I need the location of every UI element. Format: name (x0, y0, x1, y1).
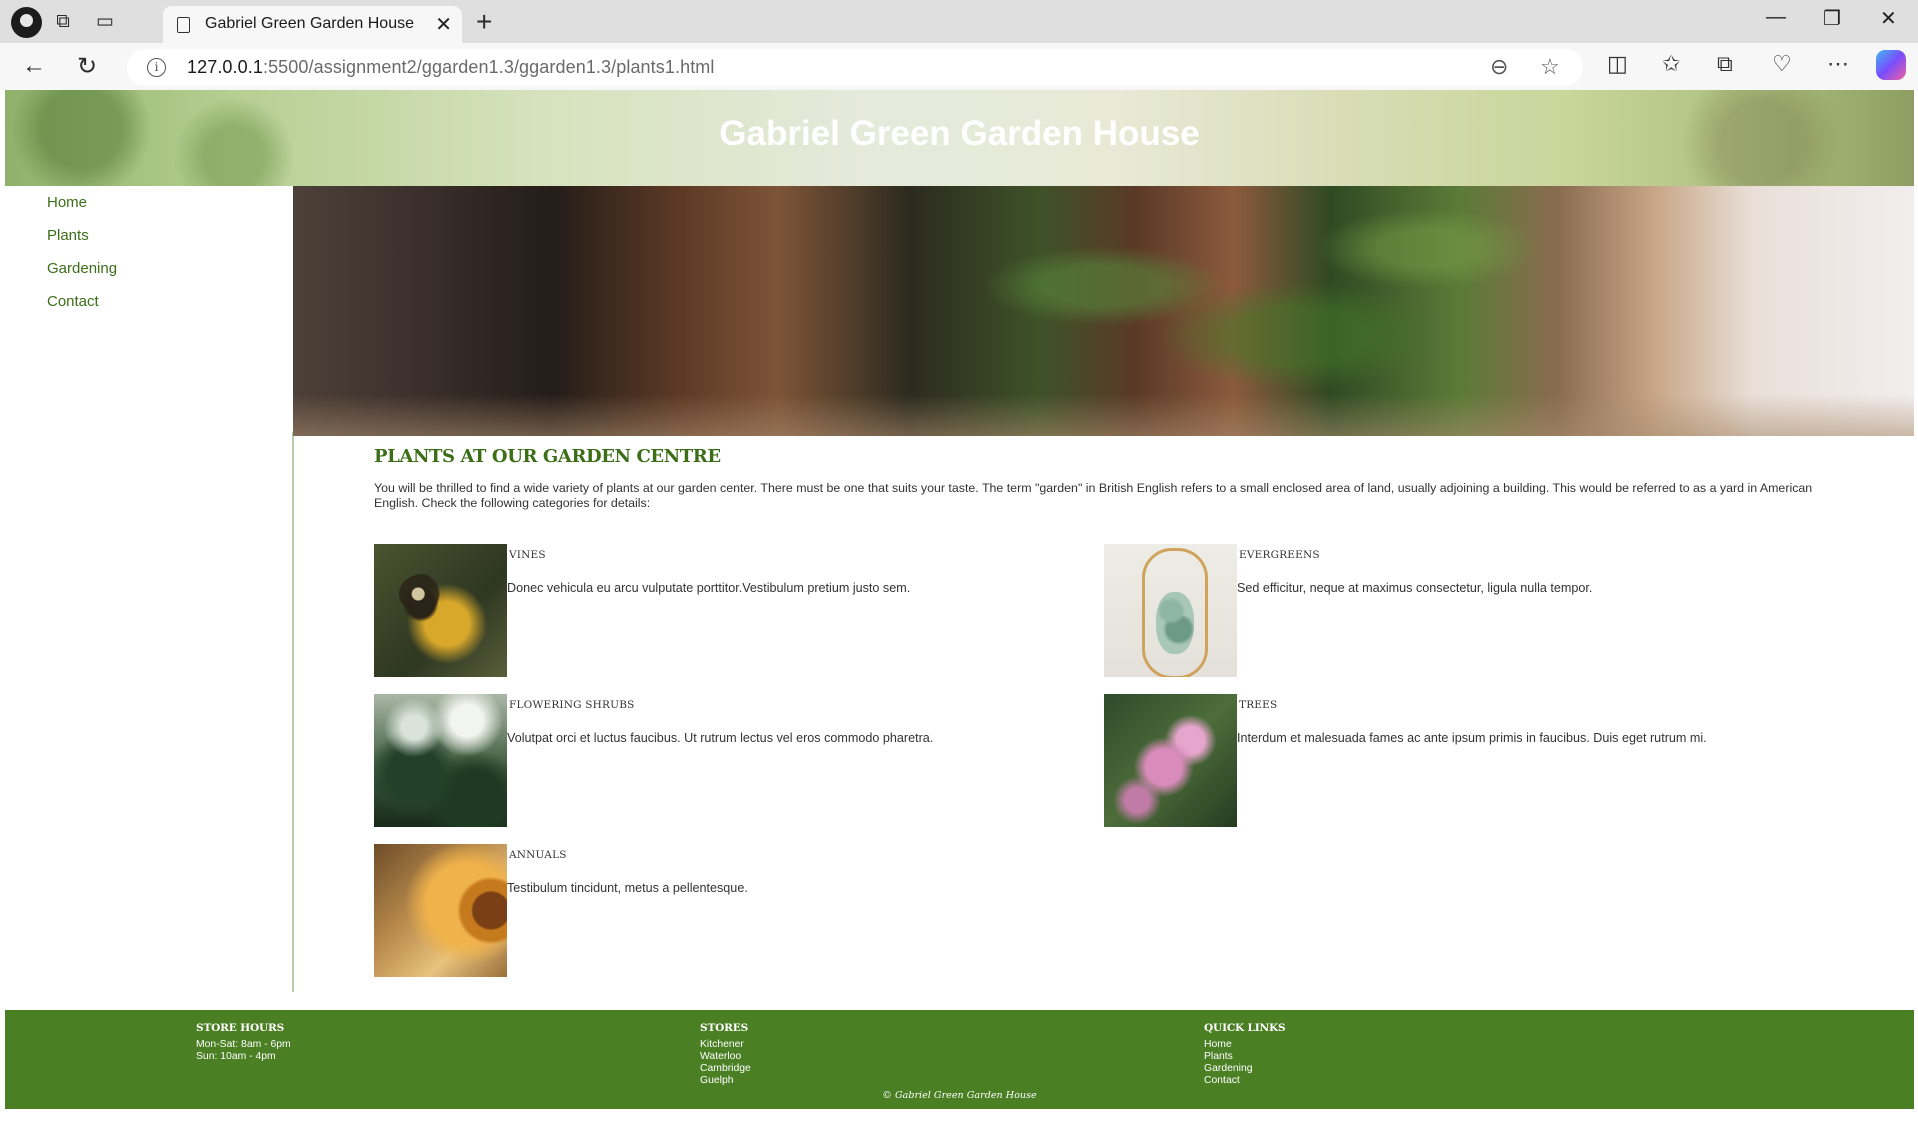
trees-thumbnail (1104, 694, 1237, 827)
category-title: FLOWERING SHRUBS (509, 699, 635, 711)
footer-hours-line: Sun: 10am - 4pm (196, 1051, 276, 1062)
browser-essentials-icon[interactable]: ♡ (1772, 51, 1792, 77)
annuals-thumbnail (374, 844, 507, 977)
category-card-vines: VINES Donec vehicula eu arcu vulputate p… (374, 544, 1074, 678)
profile-avatar[interactable] (11, 7, 42, 38)
category-title: EVERGREENS (1239, 549, 1320, 561)
category-grid: VINES Donec vehicula eu arcu vulputate p… (374, 544, 1834, 977)
address-toolbar: ← ↻ i 127.0.0.1:5500/assignment2/ggarden… (0, 43, 1918, 90)
footer-store-item: Guelph (700, 1075, 734, 1086)
hero-image (293, 186, 1914, 436)
restore-icon[interactable]: ❐ (1823, 6, 1841, 31)
copilot-icon[interactable] (1876, 50, 1906, 80)
footer-link-home[interactable]: Home (1204, 1039, 1286, 1051)
site-title: Gabriel Green Garden House (719, 114, 1200, 153)
category-description: Interdum et malesuada fames ac ante ipsu… (1237, 731, 1707, 745)
browser-tab-bar: ⧉ ▭ Gabriel Green Garden House ✕ + — ❐ ✕ (0, 0, 1918, 43)
favorites-icon[interactable]: ✩ (1662, 51, 1680, 77)
footer-link-gardening[interactable]: Gardening (1204, 1063, 1286, 1075)
site-footer: STORE HOURS Mon-Sat: 8am - 6pm Sun: 10am… (5, 1010, 1914, 1109)
star-icon[interactable]: ☆ (1540, 54, 1560, 80)
minimize-icon[interactable]: — (1766, 6, 1786, 29)
category-description: Testibulum tincidunt, metus a pellentesq… (507, 881, 748, 895)
page-bottom (5, 1109, 1914, 1127)
split-screen-icon[interactable]: ◫ (1607, 51, 1628, 77)
active-tab[interactable]: Gabriel Green Garden House ✕ (163, 6, 462, 43)
close-icon[interactable]: ✕ (435, 12, 452, 37)
footer-store-item: Waterloo (700, 1051, 742, 1062)
tab-title: Gabriel Green Garden House (205, 15, 414, 32)
category-description: Donec vehicula eu arcu vulputate porttit… (507, 581, 911, 595)
site-header: Gabriel Green Garden House (5, 90, 1914, 186)
footer-link-plants[interactable]: Plants (1204, 1051, 1286, 1063)
page-icon (177, 17, 190, 33)
footer-store-item: Kitchener (700, 1039, 744, 1050)
url-text[interactable]: 127.0.0.1:5500/assignment2/ggarden1.3/gg… (187, 57, 715, 78)
category-title: VINES (509, 549, 546, 561)
new-tab-icon[interactable]: + (476, 6, 492, 38)
window-close-icon[interactable]: ✕ (1880, 6, 1897, 31)
category-description: Sed efficitur, neque at maximus consecte… (1237, 581, 1593, 595)
copyright-text: © Gabriel Green Garden House (882, 1090, 1037, 1101)
intro-paragraph: You will be thrilled to find a wide vari… (374, 481, 1813, 510)
nav-link-home[interactable]: Home (47, 194, 117, 227)
collections-icon[interactable]: ⧉ (1717, 51, 1733, 77)
category-card-evergreens: EVERGREENS Sed efficitur, neque at maxim… (1104, 544, 1804, 678)
page-viewport: Gabriel Green Garden House Home Plants G… (5, 90, 1914, 1127)
footer-heading: QUICK LINKS (1204, 1022, 1286, 1034)
sidebar-divider (292, 432, 294, 992)
category-card-annuals: ANNUALS Testibulum tincidunt, metus a pe… (374, 844, 1074, 978)
zoom-out-icon[interactable]: ⊖ (1490, 54, 1508, 80)
footer-heading: STORES (700, 1022, 749, 1034)
page-title: PLANTS AT OUR GARDEN CENTRE (374, 446, 721, 467)
address-bar[interactable]: i 127.0.0.1:5500/assignment2/ggarden1.3/… (127, 49, 1583, 86)
more-options-icon[interactable]: ⋯ (1827, 51, 1849, 77)
category-title: ANNUALS (509, 849, 567, 861)
evergreens-thumbnail (1104, 544, 1237, 677)
nav-link-contact[interactable]: Contact (47, 293, 117, 326)
nav-link-gardening[interactable]: Gardening (47, 260, 117, 293)
footer-heading: STORE HOURS (196, 1022, 285, 1034)
flowering-shrubs-thumbnail (374, 694, 507, 827)
category-description: Volutpat orci et luctus faucibus. Ut rut… (507, 731, 934, 745)
footer-store-item: Cambridge (700, 1063, 751, 1074)
category-card-trees: TREES Interdum et malesuada fames ac ant… (1104, 694, 1804, 828)
footer-store-hours: STORE HOURS Mon-Sat: 8am - 6pm Sun: 10am… (196, 1022, 291, 1063)
main-content: PLANTS AT OUR GARDEN CENTRE You will be … (374, 446, 1834, 511)
sidebar-nav: Home Plants Gardening Contact (5, 186, 293, 992)
vertical-tabs-icon[interactable]: ▭ (92, 9, 118, 35)
back-arrow-icon[interactable]: ← (22, 52, 46, 80)
footer-link-contact[interactable]: Contact (1204, 1075, 1286, 1087)
reload-icon[interactable]: ↻ (77, 52, 97, 81)
footer-quick-links: QUICK LINKS Home Plants Gardening Contac… (1204, 1022, 1286, 1087)
vines-thumbnail (374, 544, 507, 677)
nav-link-plants[interactable]: Plants (47, 227, 117, 260)
info-icon[interactable]: i (147, 58, 166, 77)
footer-hours-line: Mon-Sat: 8am - 6pm (196, 1039, 291, 1050)
category-card-flowering-shrubs: FLOWERING SHRUBS Volutpat orci et luctus… (374, 694, 1074, 828)
category-title: TREES (1239, 699, 1278, 711)
workspaces-icon[interactable]: ⧉ (50, 9, 76, 35)
footer-stores: STORES Kitchener Waterloo Cambridge Guel… (700, 1022, 751, 1087)
